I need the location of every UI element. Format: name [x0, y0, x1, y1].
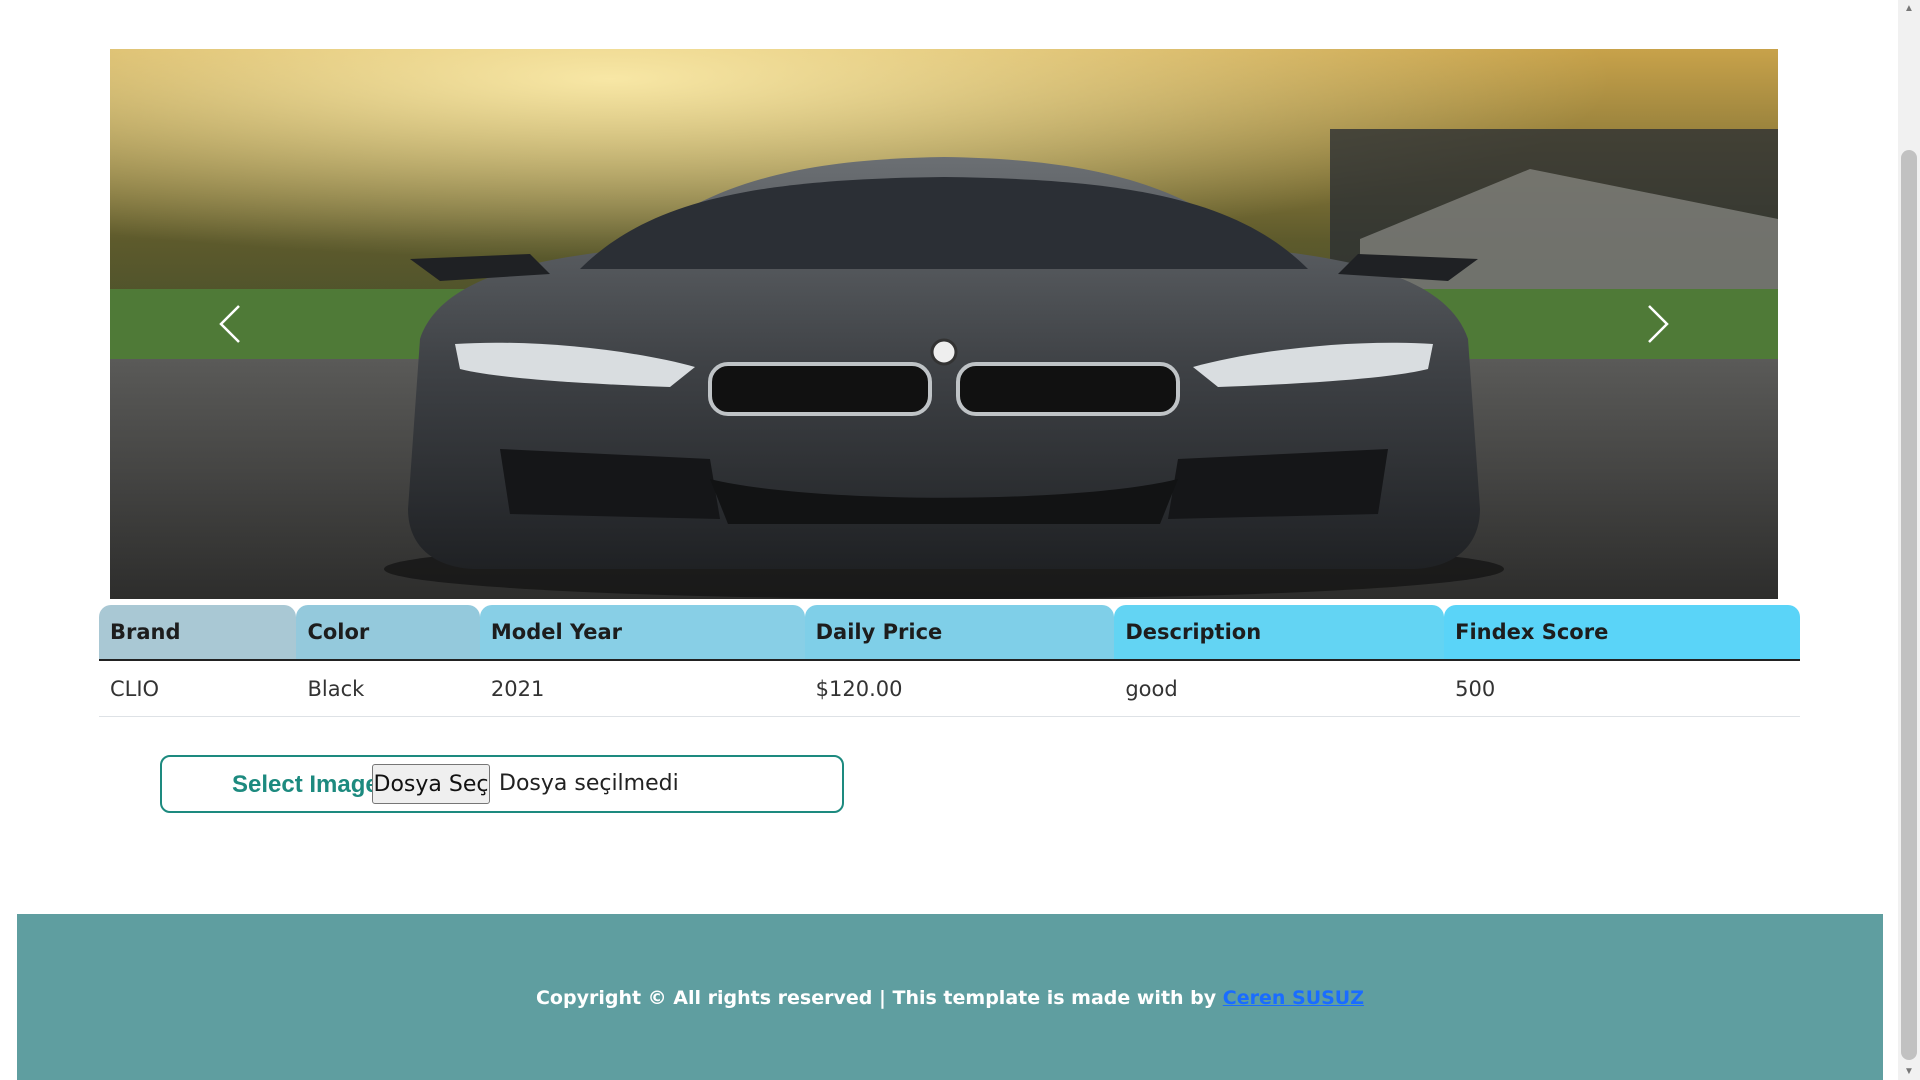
carousel-prev-button[interactable]	[200, 284, 260, 364]
file-status-text: Dosya seçilmedi	[499, 771, 679, 796]
scroll-up-icon[interactable]: ▲	[1898, 0, 1920, 17]
footer-copyright-text: Copyright © All rights reserved | This t…	[535, 987, 1223, 1009]
table-header-row: Brand Color Model Year Daily Price Descr…	[99, 605, 1800, 661]
table-row: CLIO Black 2021 $120.00 good 500	[99, 661, 1800, 717]
footer-copyright: Copyright © All rights reserved | This t…	[17, 987, 1883, 1009]
carousel-next-button[interactable]	[1628, 284, 1688, 364]
cell-findex-score: 500	[1444, 661, 1800, 717]
scrollbar-thumb[interactable]	[1901, 150, 1917, 1060]
footer: Copyright © All rights reserved | This t…	[17, 914, 1883, 1080]
image-upload-box: Select Image Dosya Seç Dosya seçilmedi	[160, 755, 844, 813]
header-description[interactable]: Description	[1114, 605, 1445, 661]
car-image-carousel[interactable]	[110, 49, 1778, 599]
cell-brand: CLIO	[99, 661, 297, 717]
header-color[interactable]: Color	[296, 605, 480, 661]
cell-model-year: 2021	[479, 661, 805, 717]
choose-file-button[interactable]: Dosya Seç	[372, 764, 490, 804]
scroll-down-icon[interactable]: ▼	[1898, 1063, 1920, 1080]
cell-description: good	[1114, 661, 1445, 717]
select-image-label: Select Image	[232, 771, 379, 798]
page: Brand Color Model Year Daily Price Descr…	[0, 0, 1898, 1080]
header-findex-score[interactable]: Findex Score	[1444, 605, 1800, 661]
cell-color: Black	[296, 661, 480, 717]
chevron-right-icon	[1648, 305, 1669, 343]
author-link[interactable]: Ceren SUSUZ	[1223, 987, 1364, 1009]
car-details-table: Brand Color Model Year Daily Price Descr…	[99, 605, 1800, 717]
car-image	[110, 49, 1778, 599]
header-model-year[interactable]: Model Year	[479, 605, 805, 661]
chevron-left-icon	[219, 305, 240, 343]
header-daily-price[interactable]: Daily Price	[804, 605, 1115, 661]
header-brand[interactable]: Brand	[99, 605, 297, 661]
vertical-scrollbar[interactable]: ▲ ▼	[1898, 0, 1920, 1080]
cell-daily-price: $120.00	[804, 661, 1115, 717]
